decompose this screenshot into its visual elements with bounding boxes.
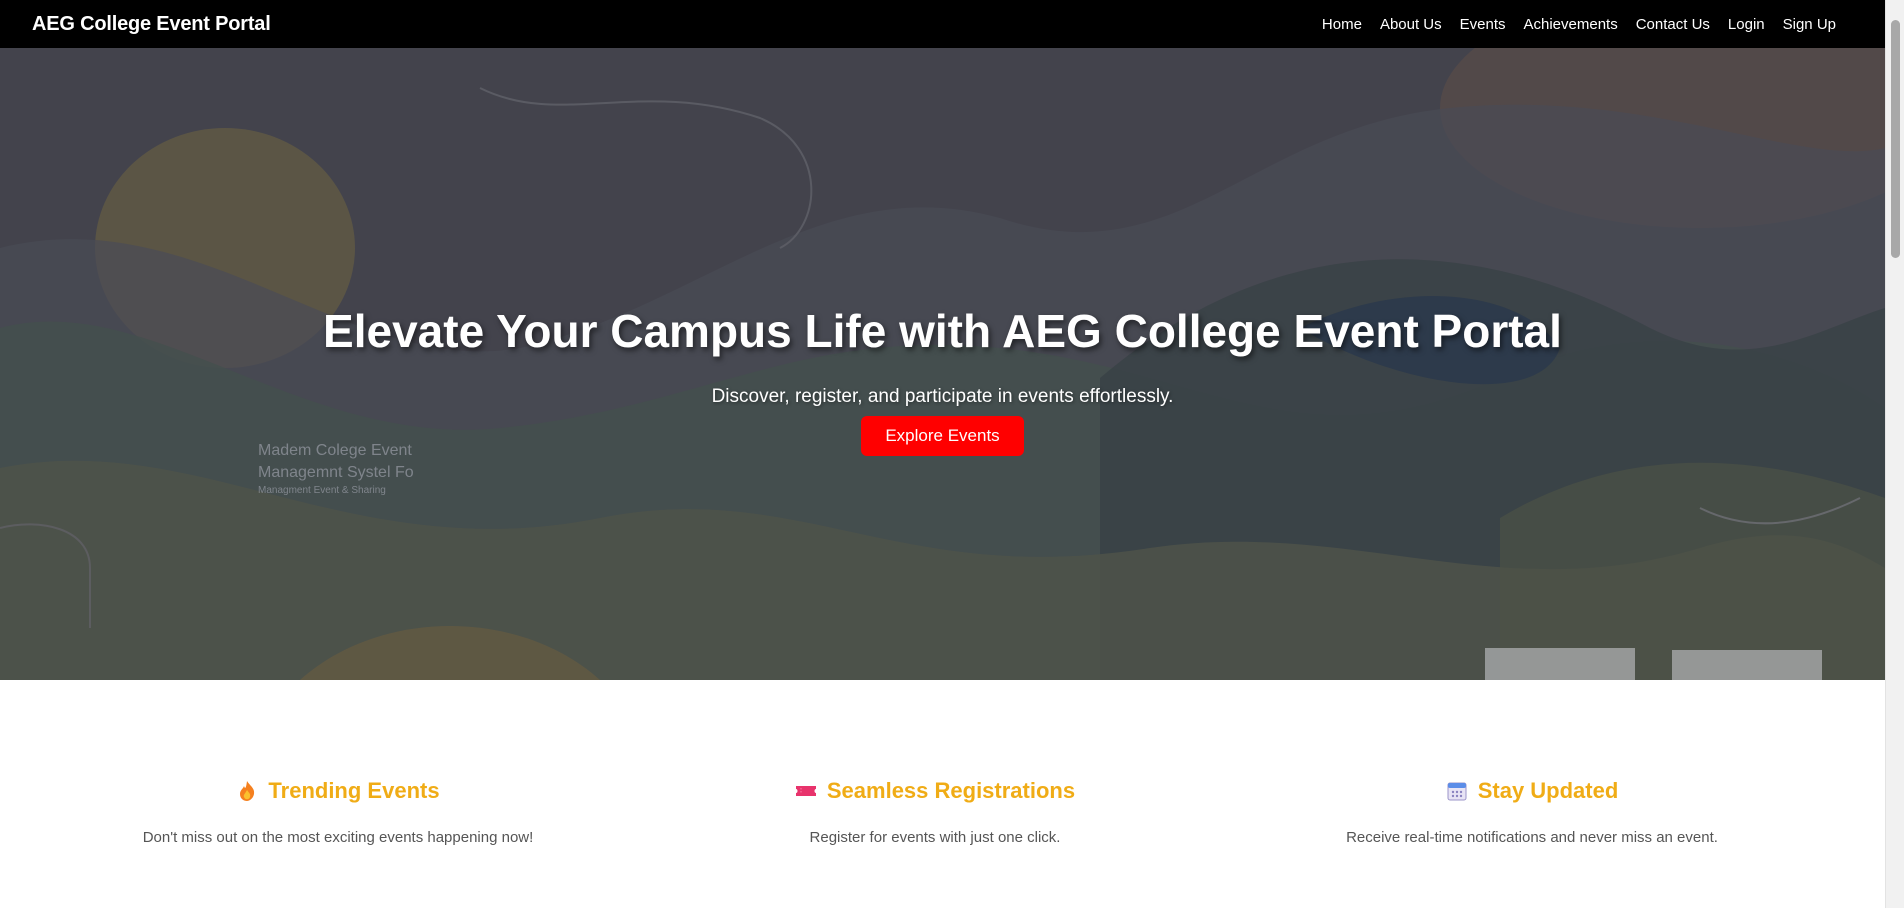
feature-title: Seamless Registrations xyxy=(795,778,1075,804)
ticket-icon xyxy=(795,786,816,796)
nav-link-sign-up[interactable]: Sign Up xyxy=(1774,16,1845,33)
feature-description: Don't miss out on the most exciting even… xyxy=(142,829,534,846)
feature-title-text: Stay Updated xyxy=(1477,778,1619,803)
top-navbar: AEG College Event Portal Home About Us E… xyxy=(0,0,1885,48)
nav-link-home[interactable]: Home xyxy=(1313,16,1371,33)
feature-title-text: Seamless Registrations xyxy=(826,778,1076,803)
feature-card-updates: Stay Updated Receive real-time notificat… xyxy=(1282,778,1782,846)
feature-title-text: Trending Events xyxy=(268,778,440,803)
nav-link-events[interactable]: Events xyxy=(1451,16,1515,33)
scrollbar-thumb[interactable] xyxy=(1891,20,1900,258)
hero-title: Elevate Your Campus Life with AEG Colleg… xyxy=(323,305,1562,357)
nav-links: Home About Us Events Achievements Contac… xyxy=(1313,16,1845,33)
feature-card-trending: Trending Events Don't miss out on the mo… xyxy=(88,778,588,846)
feature-description: Receive real-time notifications and neve… xyxy=(1346,829,1718,846)
fire-icon xyxy=(240,781,255,801)
features-section: Trending Events Don't miss out on the mo… xyxy=(0,680,1885,908)
hero-subtitle: Discover, register, and participate in e… xyxy=(711,386,1174,407)
feature-title: Stay Updated xyxy=(1446,778,1619,804)
page-scrollbar[interactable] xyxy=(1885,0,1904,908)
hero-content: Elevate Your Campus Life with AEG Colleg… xyxy=(0,48,1885,680)
feature-title: Trending Events xyxy=(236,778,440,804)
nav-link-about-us[interactable]: About Us xyxy=(1371,16,1451,33)
brand-logo[interactable]: AEG College Event Portal xyxy=(32,13,271,36)
feature-description: Register for events with just one click. xyxy=(809,829,1061,846)
feature-card-registrations: Seamless Registrations Register for even… xyxy=(685,778,1185,846)
nav-link-login[interactable]: Login xyxy=(1719,16,1774,33)
nav-link-contact-us[interactable]: Contact Us xyxy=(1627,16,1719,33)
explore-events-button[interactable]: Explore Events xyxy=(861,416,1024,456)
hero-section: Madem Colege Event Managemnt Systel Fo M… xyxy=(0,48,1885,680)
calendar-icon xyxy=(1447,782,1467,801)
nav-link-achievements[interactable]: Achievements xyxy=(1515,16,1627,33)
